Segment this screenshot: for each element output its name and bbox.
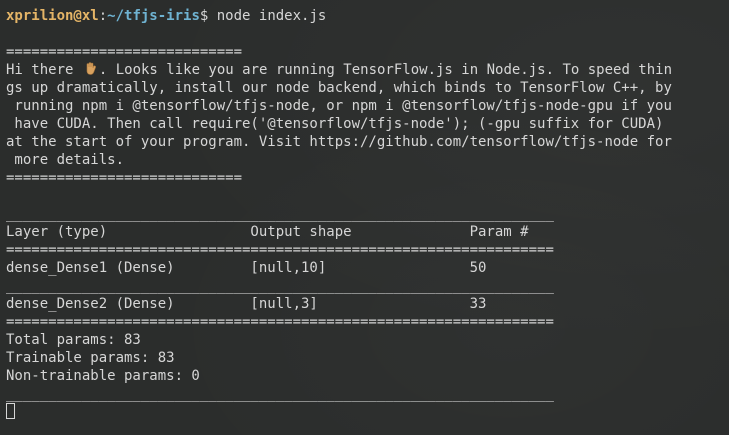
- notice-rule-bottom: ============================: [6, 170, 243, 186]
- notice-rule-top: ============================: [6, 44, 243, 60]
- prompt-user-host: xprilion@xl: [6, 8, 99, 24]
- trainable-params: Trainable params: 83: [6, 350, 175, 366]
- notice-line-5: at the start of your program. Visit http…: [6, 134, 672, 150]
- summary-rule-end: ________________________________________…: [6, 386, 554, 402]
- command-prompt-line: xprilion@xl:~/tfjs-iris$ node index.js: [6, 7, 729, 25]
- terminal-window[interactable]: xprilion@xl:~/tfjs-iris$ node index.js =…: [0, 0, 729, 435]
- summary-header: Layer (type) Output shape Param #: [6, 224, 529, 240]
- prompt-path: ~/tfjs-iris: [107, 8, 200, 24]
- table-row: dense_Dense2 (Dense) [null,3] 33: [6, 296, 487, 312]
- summary-rule-row: ________________________________________…: [6, 278, 554, 294]
- total-params: Total params: 83: [6, 332, 141, 348]
- summary-rule-top: ________________________________________…: [6, 206, 554, 222]
- waving-hand-icon: [84, 62, 97, 76]
- notice-text-1a: Hi there: [6, 62, 82, 78]
- prompt-separator: :: [98, 8, 108, 24]
- notice-line-3: running npm i @tensorflow/tfjs-node, or …: [6, 98, 672, 114]
- input-line[interactable]: [6, 403, 729, 421]
- notice-line-2: gs up dramatically, install our node bac…: [6, 80, 672, 96]
- notice-line-1: Hi there . Looks like you are running Te…: [6, 61, 729, 79]
- command-text: node index.js: [208, 8, 327, 24]
- summary-rule-header: ========================================…: [6, 242, 554, 258]
- summary-rule-bottom: ========================================…: [6, 314, 554, 330]
- notice-text-1b: . Looks like you are running TensorFlow.…: [98, 62, 673, 78]
- terminal-cursor[interactable]: [6, 403, 15, 419]
- notice-line-4: have CUDA. Then call require('@tensorflo…: [6, 116, 664, 132]
- notice-line-6: more details.: [6, 152, 125, 168]
- non-trainable-params: Non-trainable params: 0: [6, 368, 200, 384]
- table-row: dense_Dense1 (Dense) [null,10] 50: [6, 260, 487, 276]
